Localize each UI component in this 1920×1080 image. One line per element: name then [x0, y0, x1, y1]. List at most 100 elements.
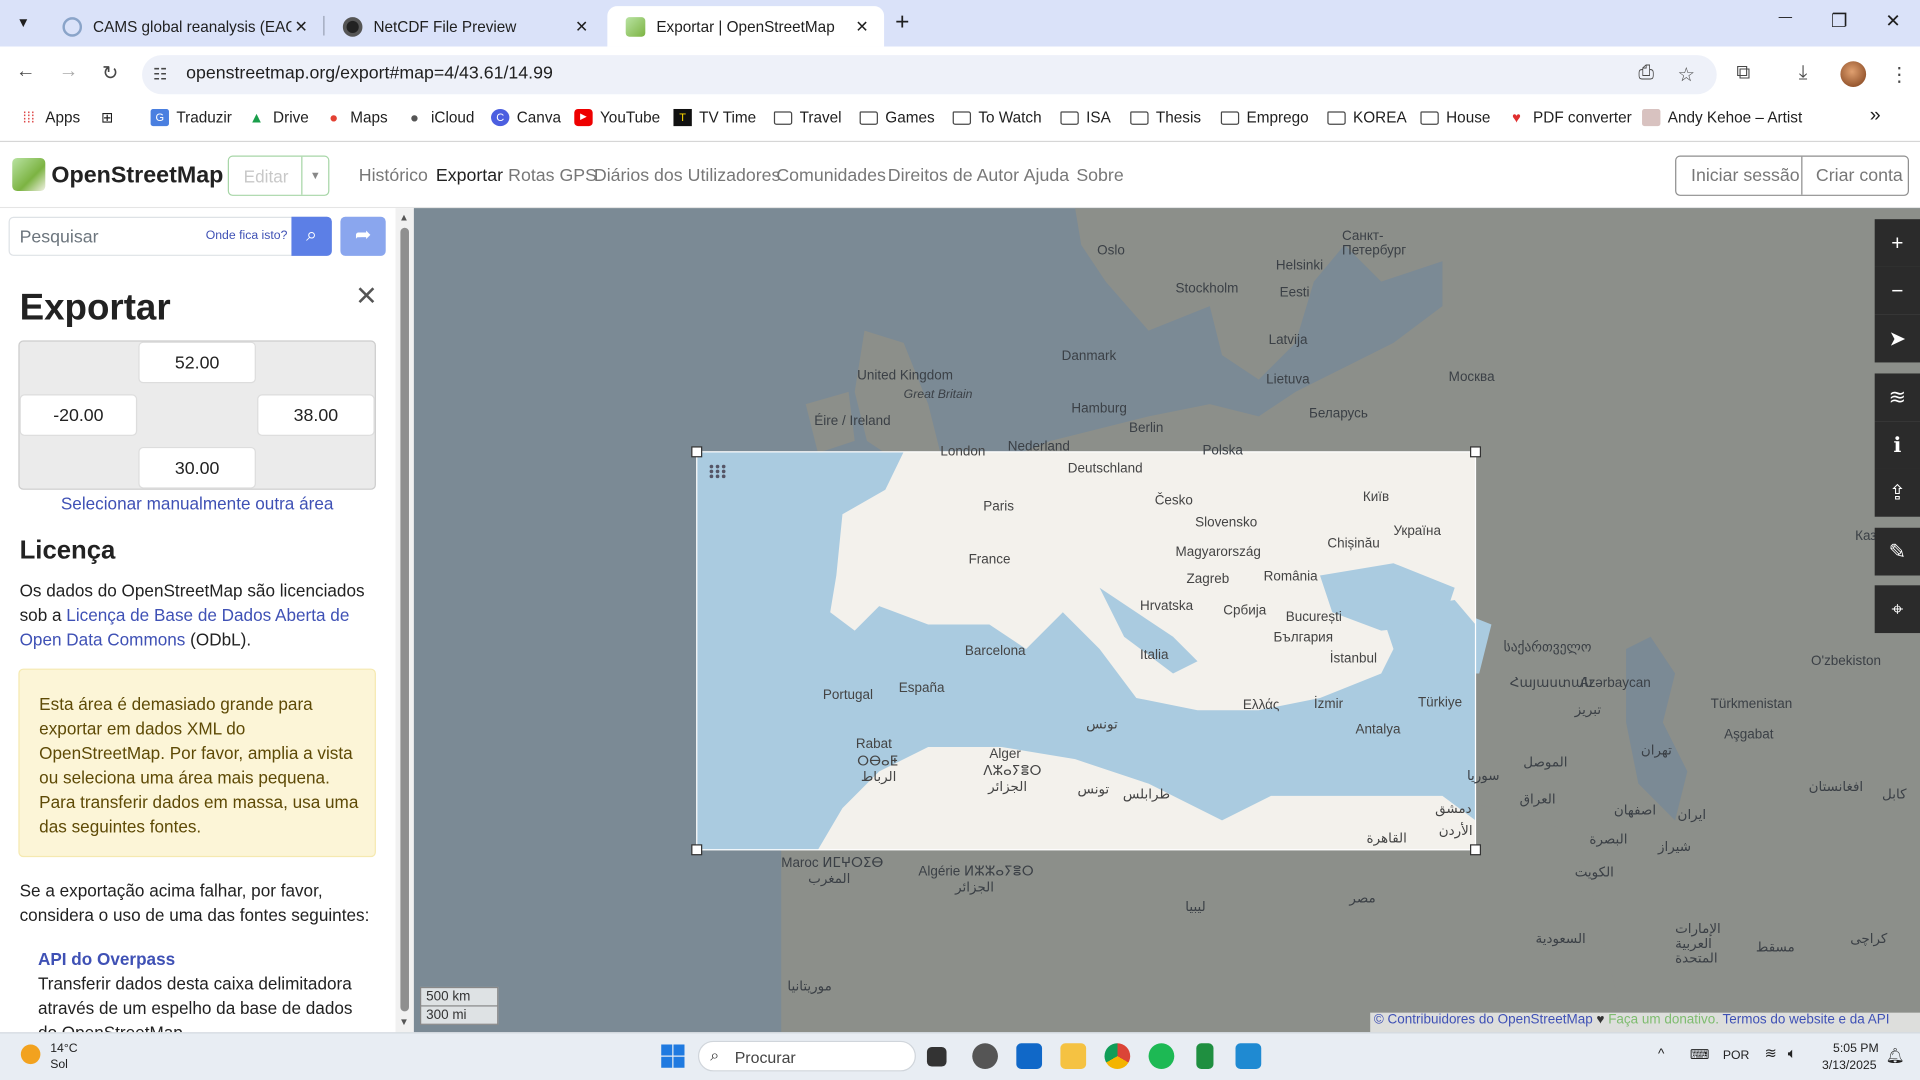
close-tab-icon[interactable]: ✕	[852, 17, 872, 37]
minimize-button[interactable]: —	[1767, 10, 1804, 25]
osm-brand[interactable]: OpenStreetMap	[51, 163, 223, 190]
share-icon[interactable]: ⇪	[1874, 468, 1920, 517]
bookmark-isa[interactable]: ISA	[1060, 109, 1111, 126]
layers-icon[interactable]: ≋	[1874, 373, 1920, 422]
contributors-link[interactable]: © Contribuidores do OpenStreetMap	[1374, 1013, 1593, 1028]
bookmark-youtube[interactable]: ▶ YouTube	[574, 108, 660, 127]
zoom-out-icon[interactable]: −	[1874, 266, 1920, 315]
osm-logo-icon[interactable]	[12, 157, 46, 192]
extensions-icon[interactable]: ⧉	[1736, 62, 1750, 84]
clock-date[interactable]: 3/13/2025	[1822, 1059, 1876, 1072]
wifi-icon[interactable]: ≋	[1764, 1044, 1776, 1061]
volume-icon[interactable]: 🔈︎	[1788, 1044, 1797, 1062]
bookmarks-overflow[interactable]: »	[1870, 105, 1881, 127]
forward-arrow-icon[interactable]: →	[55, 61, 82, 83]
bookmark-house[interactable]: House	[1420, 109, 1490, 126]
bookmark-canva[interactable]: C Canva	[491, 108, 561, 127]
scroll-up-icon[interactable]: ▲	[399, 212, 409, 223]
outlook-icon[interactable]	[1016, 1043, 1043, 1069]
where-is-this-link[interactable]: Onde fica isto?	[206, 229, 288, 242]
nav-ajuda[interactable]: Ajuda	[1024, 167, 1069, 187]
bookmark-pdf[interactable]: ♥ PDF converter	[1507, 109, 1632, 126]
tray-chevron-icon[interactable]: ^	[1658, 1047, 1664, 1062]
scroll-down-icon[interactable]: ▼	[399, 1016, 409, 1027]
search-icon[interactable]: ⌕	[291, 216, 332, 256]
close-icon[interactable]: ✕	[355, 280, 378, 312]
notification-bell-icon[interactable]: 🔔︎	[1886, 1047, 1905, 1064]
zoom-in-icon[interactable]: +	[1874, 219, 1920, 267]
map-view[interactable]	[413, 208, 1920, 1033]
max-lon-input[interactable]: 38.00	[257, 394, 375, 436]
close-window-button[interactable]: ✕	[1875, 10, 1912, 32]
bookmark-tvtime[interactable]: T TV Time	[673, 108, 756, 127]
bookmark-maps[interactable]: ● Maps	[324, 109, 387, 126]
bookmark-andy[interactable]: Andy Kehoe – Artist	[1642, 108, 1802, 127]
bookmark-travel[interactable]: Travel	[773, 109, 842, 126]
bookmark-traduzir[interactable]: G Traduzir	[150, 108, 232, 127]
weather-sun-icon[interactable]	[20, 1044, 41, 1065]
install-app-icon[interactable]: ⎙	[1638, 62, 1654, 84]
language-indicator[interactable]: POR	[1723, 1049, 1750, 1062]
nav-sobre[interactable]: Sobre	[1076, 167, 1123, 187]
back-arrow-icon[interactable]: ←	[12, 61, 39, 83]
min-lon-input[interactable]: -20.00	[19, 394, 138, 436]
bookmark-towatch[interactable]: To Watch	[952, 109, 1042, 126]
resize-handle-nw[interactable]	[691, 446, 703, 458]
query-features-icon[interactable]: ⌖	[1874, 585, 1920, 634]
resize-handle-se[interactable]	[1470, 844, 1482, 856]
url-text[interactable]: openstreetmap.org/export#map=4/43.61/14.…	[186, 64, 553, 84]
nav-historico[interactable]: Histórico	[359, 167, 428, 187]
taskbar-search[interactable]: ⌕ Procurar	[697, 1040, 916, 1072]
bookmark-apps[interactable]: ⁞⁞⁞ Apps	[20, 109, 81, 126]
edit-button[interactable]: Editar ▼	[227, 155, 330, 196]
nav-rotas-gps[interactable]: Rotas GPS	[508, 167, 597, 187]
spotify-icon[interactable]	[1148, 1043, 1175, 1069]
manual-select-link[interactable]: Selecionar manualmente outra área	[20, 493, 375, 513]
nav-comunidades[interactable]: Comunidades	[776, 167, 886, 187]
tab-search-chevron-icon[interactable]: ▼	[11, 11, 35, 35]
file-explorer-icon[interactable]	[1060, 1043, 1087, 1069]
info-icon[interactable]: ℹ	[1874, 421, 1920, 469]
bookmark-grid[interactable]: ⊞	[98, 109, 124, 126]
add-note-icon[interactable]: ✎	[1874, 527, 1920, 576]
tab-osm-export[interactable]: Exportar | OpenStreetMap ✕	[607, 6, 885, 47]
edit-dropdown-icon[interactable]: ▼	[301, 156, 328, 195]
scrollbar-thumb[interactable]	[400, 227, 409, 1012]
tab-netcdf[interactable]: NetCDF File Preview ✕	[324, 6, 603, 46]
keyboard-icon[interactable]: ⌨	[1690, 1047, 1709, 1063]
bookmark-korea[interactable]: KOREA	[1327, 109, 1407, 126]
bookmark-thesis[interactable]: Thesis	[1130, 109, 1201, 126]
close-tab-icon[interactable]: ✕	[572, 17, 592, 37]
new-tab-button[interactable]: +	[895, 10, 909, 34]
directions-icon[interactable]: ➦	[340, 216, 386, 256]
profile-avatar[interactable]	[1840, 61, 1867, 87]
overpass-link[interactable]: API do Overpass	[38, 949, 175, 969]
login-button[interactable]: Iniciar sessão	[1691, 167, 1800, 187]
reload-icon[interactable]: ↻	[97, 61, 124, 85]
bookmark-star-icon[interactable]: ☆	[1678, 62, 1696, 86]
sidebar-scrollbar[interactable]: ▲ ▼	[395, 208, 414, 1033]
task-view-icon[interactable]	[926, 1046, 947, 1067]
bookmark-games[interactable]: Games	[859, 109, 935, 126]
settings-gear-icon[interactable]	[972, 1043, 998, 1069]
search-input[interactable]: Pesquisar Onde fica isto?	[8, 216, 332, 256]
bookmark-icloud[interactable]: ● iCloud	[405, 109, 474, 126]
bookmark-emprego[interactable]: Emprego	[1220, 109, 1309, 126]
terms-link[interactable]: Termos do website e da API	[1723, 1013, 1890, 1028]
nav-exportar[interactable]: Exportar	[436, 167, 503, 187]
close-tab-icon[interactable]: ✕	[291, 17, 311, 37]
signup-button[interactable]: Criar conta	[1816, 167, 1903, 187]
tab-cams[interactable]: CAMS global reanalysis (EAC4) ✕	[44, 6, 323, 46]
vscode-icon[interactable]	[1235, 1043, 1262, 1069]
locate-icon[interactable]: ➤	[1874, 314, 1920, 363]
chrome-icon[interactable]	[1104, 1043, 1131, 1069]
donate-link[interactable]: Faça um donativo.	[1608, 1013, 1719, 1028]
site-settings-icon[interactable]: ☷	[153, 65, 167, 85]
resize-handle-ne[interactable]	[1470, 446, 1482, 458]
nav-diarios[interactable]: Diários dos Utilizadores	[594, 167, 781, 187]
green-app-icon[interactable]	[1196, 1043, 1214, 1069]
resize-handle-sw[interactable]	[691, 844, 703, 856]
nav-direitos[interactable]: Direitos de Autor	[888, 167, 1019, 187]
restore-button[interactable]: ❐	[1821, 10, 1858, 32]
downloads-icon[interactable]: ⤓	[1799, 62, 1808, 84]
